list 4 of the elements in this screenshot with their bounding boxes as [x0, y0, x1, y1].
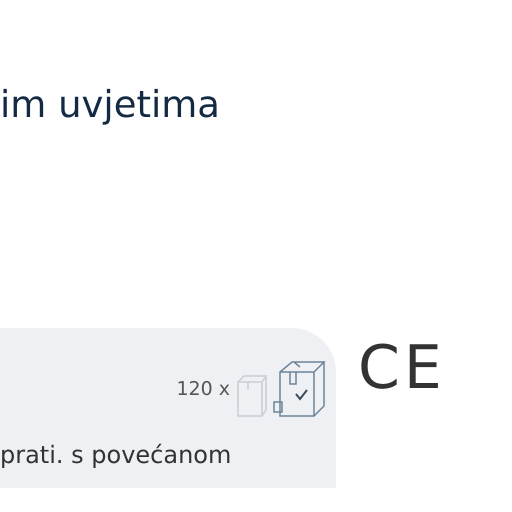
page-heading: im uvjetima: [0, 82, 220, 128]
package-quantity: 120 x: [176, 378, 230, 400]
ce-mark: CE: [358, 338, 446, 398]
description-text: prati. s povećanom: [0, 440, 232, 470]
